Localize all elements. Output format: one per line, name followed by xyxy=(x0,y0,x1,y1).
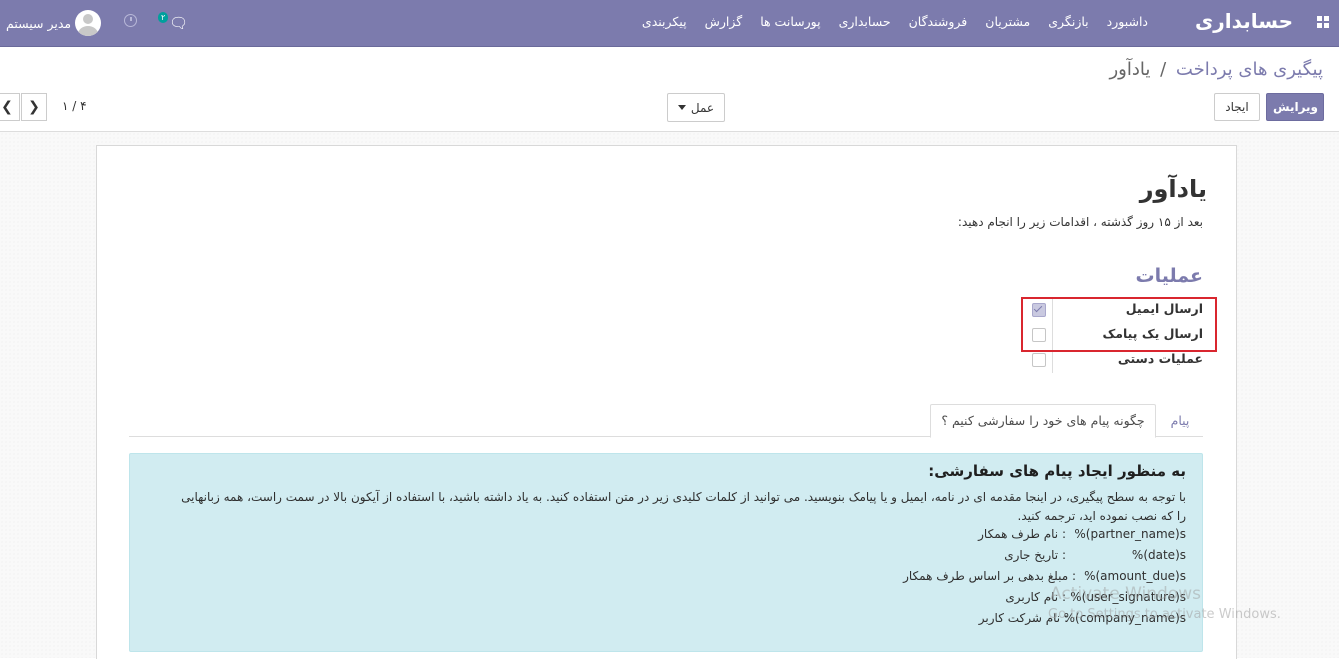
action-label: عمل xyxy=(690,100,715,115)
pager-next-button[interactable]: ❯ xyxy=(21,93,47,121)
help-body: با توجه به سطح پیگیری، در اینجا مقدمه ای… xyxy=(181,490,1186,523)
manual-action-label: عملیات دستی xyxy=(1117,351,1203,366)
apps-grid-icon[interactable] xyxy=(1317,16,1329,28)
annotation-highlight-box xyxy=(1021,297,1217,352)
help-info-box: به منظور ایجاد پیام های سفارشی: با توجه … xyxy=(129,453,1203,652)
menu-item-review[interactable]: بازنگری xyxy=(1048,14,1088,29)
menu-item-dashboard[interactable]: داشبورد xyxy=(1107,14,1148,29)
keyword-description: : مبلغ بدهی بر اساس طرف همکار xyxy=(903,569,1076,583)
action-dropdown[interactable]: عمل xyxy=(667,93,725,122)
app-brand[interactable]: حسابداری xyxy=(1195,9,1293,33)
keyword-code: %(amount_due)s xyxy=(1084,569,1186,583)
pager-value[interactable]: ۱ / ۴ xyxy=(62,99,87,113)
group-title-operations: عملیات xyxy=(1135,265,1203,287)
main-menu: داشبورد بازنگری مشتریان فروشندگان حسابدا… xyxy=(642,14,1148,29)
menu-item-customers[interactable]: مشتریان xyxy=(985,14,1030,29)
menu-item-accounting[interactable]: حسابداری xyxy=(839,14,891,29)
chat-bubbles-icon: 🗨 xyxy=(169,14,189,32)
help-title: به منظور ایجاد پیام های سفارشی: xyxy=(928,462,1186,480)
activity-clock-icon[interactable] xyxy=(124,14,137,27)
create-button[interactable]: ایجاد xyxy=(1214,93,1260,121)
form-title: یادآور xyxy=(1139,175,1207,203)
windows-activation-watermark-sub: Go to Settings to activate Windows. xyxy=(1048,607,1281,622)
keyword-row: %(date)s : تاریخ جاری xyxy=(786,548,1186,566)
avatar xyxy=(75,10,102,36)
tab-how-to-customize[interactable]: چگونه پیام های خود را سفارشی کنیم ؟ xyxy=(930,404,1156,438)
manual-action-checkbox[interactable] xyxy=(1032,353,1046,367)
keyword-description: : تاریخ جاری xyxy=(1004,548,1066,562)
top-navbar: حسابداری داشبورد بازنگری مشتریان فروشندگ… xyxy=(0,0,1339,47)
menu-item-commissions[interactable]: پورسانت ها xyxy=(760,14,820,29)
breadcrumb-current: یادآور xyxy=(1109,59,1151,80)
breadcrumb-separator: / xyxy=(1160,59,1167,80)
caret-down-icon xyxy=(677,105,686,110)
keyword-row: %(partner_name)s : نام طرف همکار xyxy=(786,527,1186,545)
tab-message[interactable]: پیام xyxy=(1159,405,1201,437)
menu-item-reports[interactable]: گزارش xyxy=(705,14,743,29)
windows-activation-watermark: Activate Windows xyxy=(1050,584,1201,604)
breadcrumb: پیگیری های پرداخت / یادآور xyxy=(1109,59,1323,80)
chevron-right-icon: ❯ xyxy=(28,99,40,115)
edit-button[interactable]: ویرایش xyxy=(1266,93,1324,121)
keyword-description: : نام طرف همکار xyxy=(978,527,1066,541)
form-description: بعد از ۱۵ روز گذشته ، اقدامات زیر را انج… xyxy=(957,215,1203,229)
chevron-left-icon: ❮ xyxy=(1,99,13,115)
menu-item-configuration[interactable]: پیکربندی xyxy=(642,14,687,29)
keyword-code: %(partner_name)s xyxy=(1074,527,1186,541)
pager-previous-button[interactable]: ❮ xyxy=(0,93,20,121)
menu-item-vendors[interactable]: فروشندگان xyxy=(909,14,968,29)
chat-count-badge: ۲ xyxy=(158,12,169,23)
breadcrumb-parent[interactable]: پیگیری های پرداخت xyxy=(1176,59,1323,80)
user-menu[interactable]: مدیر سیستم xyxy=(6,9,102,37)
keyword-code: %(date)s xyxy=(1131,548,1186,562)
user-name: مدیر سیستم xyxy=(6,15,72,31)
